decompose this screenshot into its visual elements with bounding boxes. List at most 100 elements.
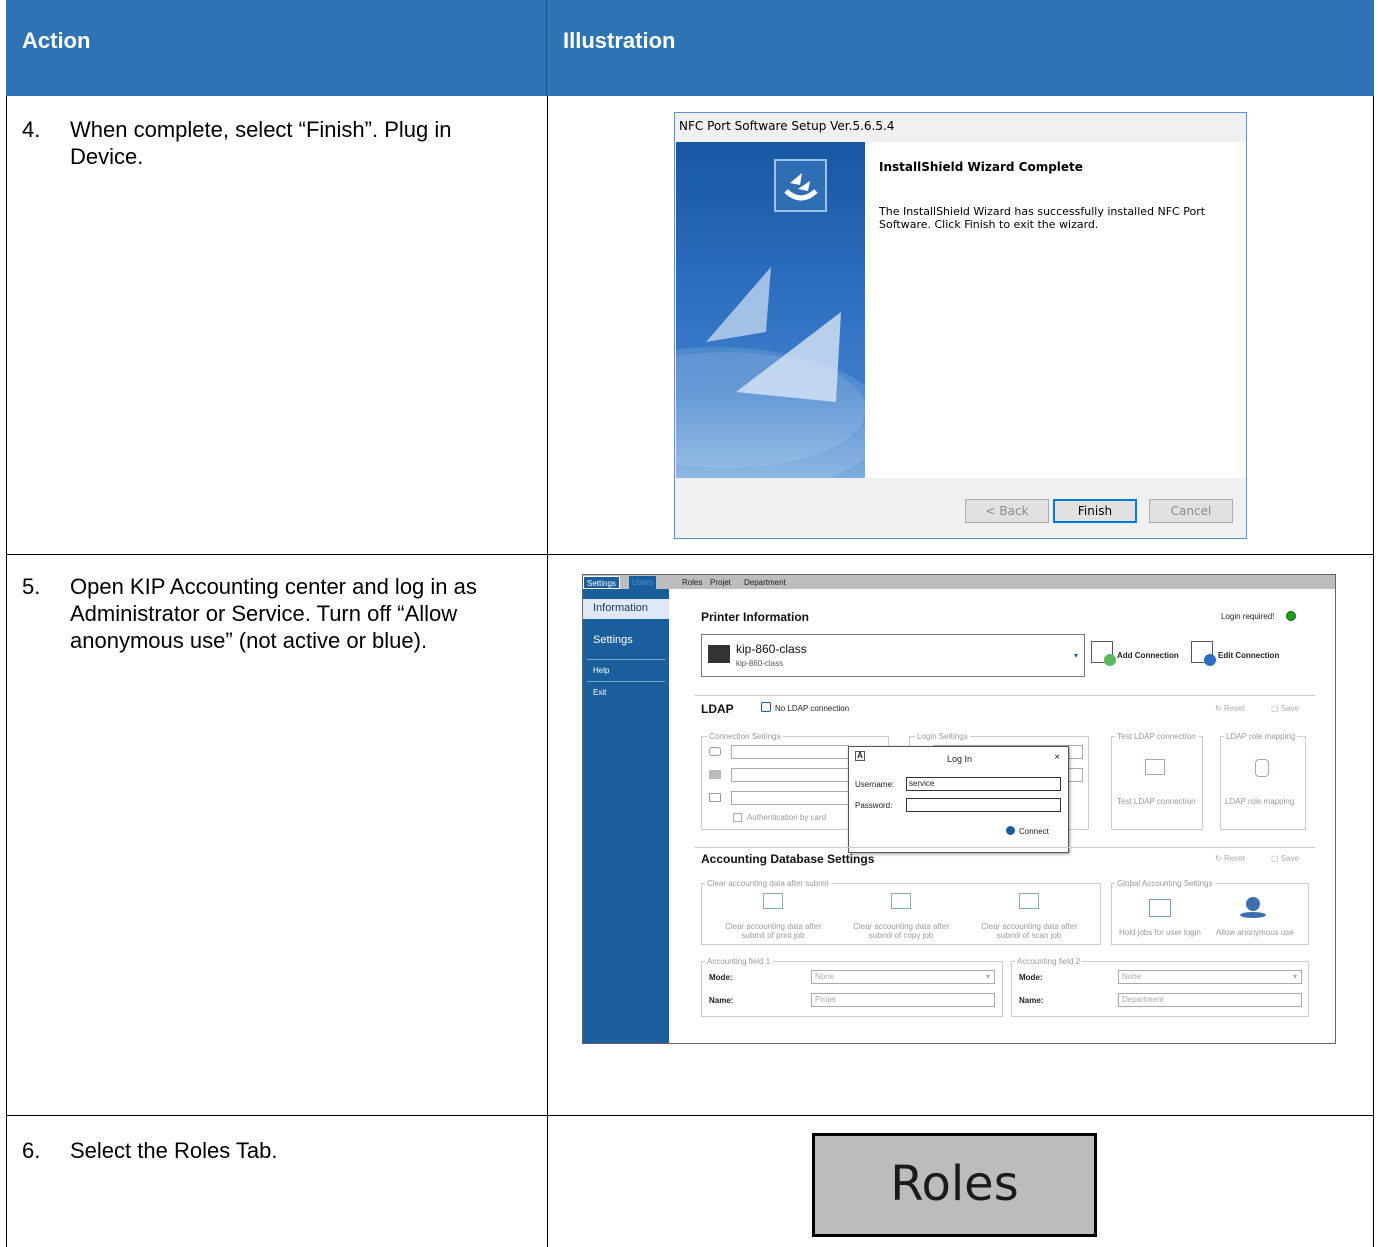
chevron-down-icon: ▾ <box>1292 972 1297 981</box>
field1-name-input[interactable]: Projet <box>811 993 995 1007</box>
table-divider <box>547 96 548 1247</box>
test-ldap-group <box>1111 736 1203 830</box>
clear-copy-toggle[interactable]: Clear accounting data after submit of co… <box>841 922 961 940</box>
tab-department[interactable]: Department <box>741 576 789 589</box>
header-action: Action <box>6 0 547 96</box>
wizard-heading: InstallShield Wizard Complete <box>879 160 1083 174</box>
ldap-title: LDAP <box>701 702 734 716</box>
sidebar-item-settings[interactable]: Settings <box>593 634 633 646</box>
accounting-db-title: Accounting Database Settings <box>701 852 875 866</box>
back-button[interactable]: < Back <box>965 499 1049 523</box>
clear-scan-toggle[interactable]: Clear accounting data after submit of sc… <box>969 922 1089 940</box>
field2-mode-label: Mode: <box>1019 973 1043 982</box>
installshield-graphic <box>676 267 865 478</box>
print-job-icon <box>763 893 783 909</box>
sidebar: Information Settings Help Exit <box>583 589 669 1043</box>
printer-select[interactable]: kip-860-class kip-860-class ▾ <box>701 634 1085 677</box>
ldap-role-mapping-group-label: LDAP role mapping <box>1224 732 1298 741</box>
ldap-role-mapping-button[interactable]: LDAP role mapping <box>1225 797 1294 806</box>
user-icon <box>1006 826 1015 835</box>
ldap-reset-button[interactable]: ↻ Reset <box>1215 704 1245 713</box>
close-icon[interactable]: × <box>1054 752 1060 763</box>
auth-card-label: Authentication by card <box>747 813 827 822</box>
global-accounting-label: Global Accounting Settings <box>1115 879 1215 888</box>
printer-icon <box>708 645 730 663</box>
edit-connection-button[interactable]: Edit Connection <box>1218 651 1279 660</box>
password-input[interactable] <box>906 798 1061 812</box>
edit-connection-icon <box>1191 641 1216 666</box>
connect-button[interactable]: Connect <box>1019 827 1049 836</box>
field1-mode-label: Mode: <box>709 973 733 982</box>
server-input[interactable] <box>731 745 849 759</box>
step-number: 4. <box>22 117 41 142</box>
login-dialog-title: Log In <box>946 754 973 764</box>
accounting-field-2-label: Accounting field 2 <box>1015 957 1083 966</box>
ldap-status: No LDAP connection <box>775 704 850 713</box>
sidebar-item-information[interactable]: Information <box>583 599 669 619</box>
step-number: 5. <box>22 574 41 599</box>
acct-reset-button[interactable]: ↻ Reset <box>1215 854 1245 863</box>
port-icon <box>709 770 721 779</box>
installshield-logo-icon <box>774 159 827 212</box>
roles-tab-zoom[interactable]: Roles <box>812 1133 1097 1237</box>
save-icon: ▢ <box>1271 854 1281 863</box>
save-icon: ▢ <box>1271 704 1281 713</box>
ldap-save-button[interactable]: ▢ Save <box>1271 704 1299 713</box>
cancel-button[interactable]: Cancel <box>1149 499 1233 523</box>
sidebar-item-exit[interactable]: Exit <box>593 688 606 697</box>
anonymous-user-icon <box>1246 897 1260 911</box>
field2-name-label: Name: <box>1019 996 1044 1005</box>
copy-job-icon <box>891 893 911 909</box>
test-connection-icon <box>1145 759 1165 775</box>
row-divider <box>6 1115 1374 1116</box>
tab-bar: Settings Users Roles Projet Department <box>583 575 1335 589</box>
ldap-role-mapping-group <box>1220 736 1306 830</box>
login-settings-label: Login Settings <box>915 732 970 741</box>
connection-settings-label: Connection Settings <box>707 732 783 741</box>
chevron-down-icon: ▾ <box>985 972 990 981</box>
table-border-right <box>1373 96 1374 1247</box>
sidebar-divider <box>587 659 665 660</box>
separator <box>695 695 1315 696</box>
reset-icon: ↻ <box>1215 854 1224 863</box>
field2-mode-select[interactable]: None ▾ <box>1118 970 1302 984</box>
auth-card-checkbox[interactable] <box>733 813 742 822</box>
acct-save-button[interactable]: ▢ Save <box>1271 854 1299 863</box>
allow-anonymous-toggle[interactable]: Allow anonymous use <box>1216 928 1294 937</box>
header-illustration: Illustration <box>547 0 1374 96</box>
tab-projet[interactable]: Projet <box>707 576 734 589</box>
tab-roles[interactable]: Roles <box>679 576 705 589</box>
port-input[interactable] <box>731 768 849 782</box>
add-connection-button[interactable]: Add Connection <box>1117 651 1179 660</box>
tab-users[interactable]: Users <box>629 576 656 589</box>
login-required-text: Login required! <box>1221 612 1275 621</box>
field1-mode-select[interactable]: None ▾ <box>811 970 995 984</box>
hold-jobs-icon <box>1149 899 1171 917</box>
instruction-table: Action Illustration 4. When complete, se… <box>6 0 1374 1247</box>
wizard-banner <box>676 142 865 478</box>
base-dn-input[interactable] <box>731 791 849 805</box>
ldap-icon <box>761 702 771 712</box>
window-title: NFC Port Software Setup Ver.5.6.5.4 <box>679 119 895 133</box>
kip-accounting-center: Settings Users Roles Projet Department I… <box>582 574 1336 1044</box>
username-input[interactable]: service <box>906 777 1061 791</box>
step-number: 6. <box>22 1138 41 1163</box>
password-label: Password: <box>855 801 893 810</box>
sidebar-item-help[interactable]: Help <box>593 666 609 675</box>
table-border-left <box>6 96 7 1247</box>
clear-print-toggle[interactable]: Clear accounting data after submit of pr… <box>713 922 833 940</box>
step-text: Select the Roles Tab. <box>70 1138 278 1163</box>
test-ldap-group-label: Test LDAP connection <box>1115 732 1198 741</box>
base-dn-icon <box>709 793 721 802</box>
wizard-content <box>865 142 1246 478</box>
field2-name-input[interactable]: Department <box>1118 993 1302 1007</box>
test-ldap-button[interactable]: Test LDAP connection <box>1117 797 1196 806</box>
row-divider <box>6 554 1374 555</box>
tab-settings[interactable]: Settings <box>583 576 620 589</box>
status-indicator <box>1286 611 1296 621</box>
server-icon <box>709 747 721 756</box>
finish-button[interactable]: Finish <box>1053 499 1137 523</box>
wizard-message: The InstallShield Wizard has successfull… <box>879 205 1206 231</box>
field1-name-label: Name: <box>709 996 734 1005</box>
hold-jobs-toggle[interactable]: Hold jobs for user login <box>1119 928 1201 937</box>
